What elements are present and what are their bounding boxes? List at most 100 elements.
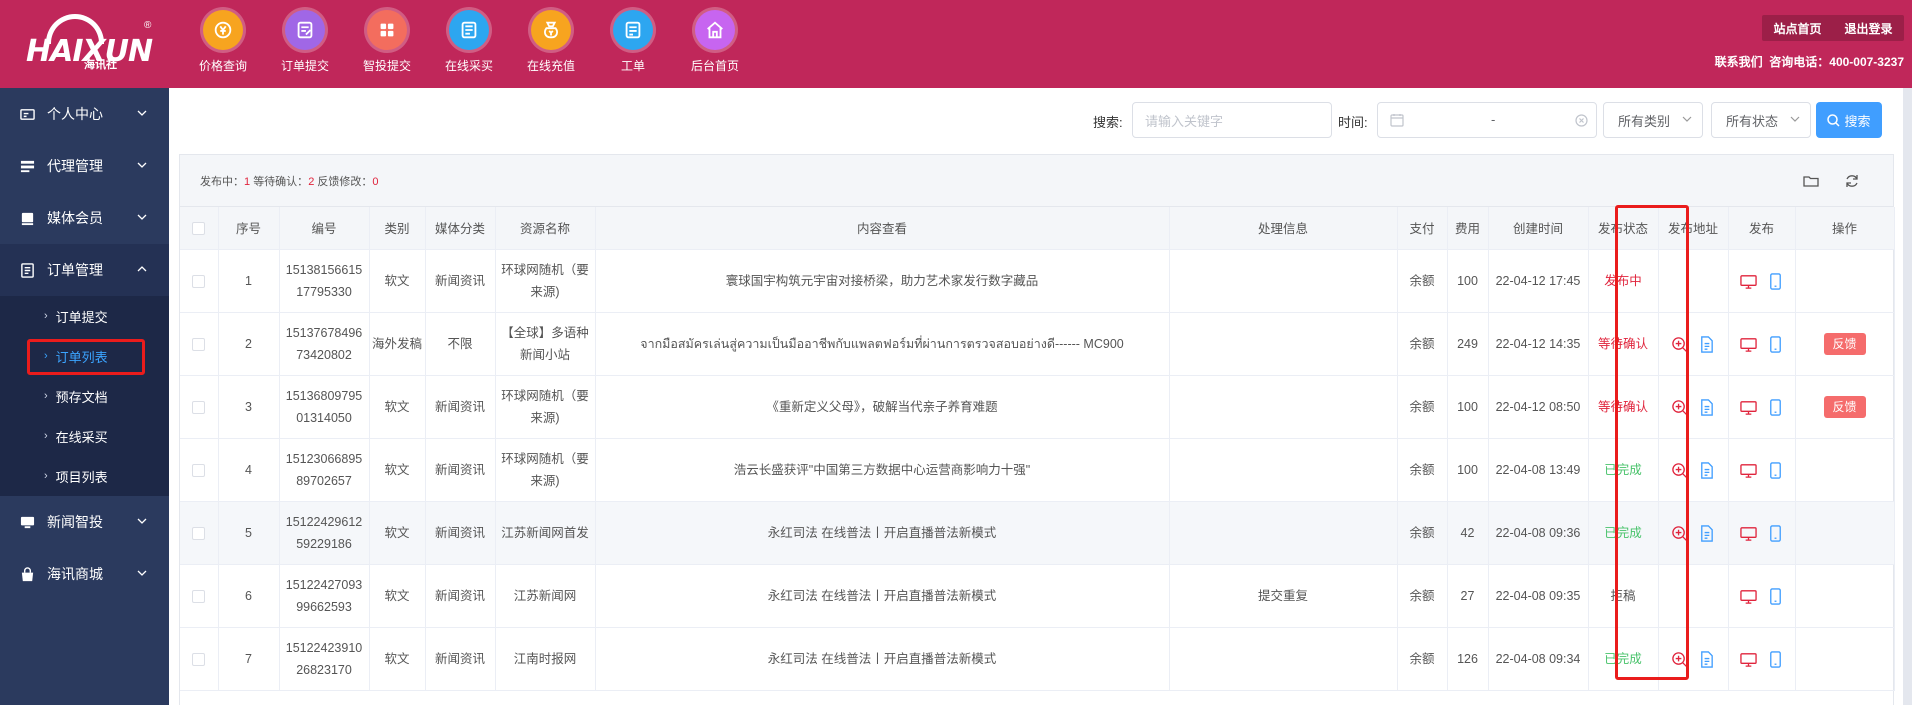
col-header[interactable]: 内容查看 — [595, 207, 1170, 250]
mobile-icon[interactable] — [1767, 524, 1784, 542]
search-button[interactable]: 搜索 — [1816, 102, 1882, 138]
col-header[interactable]: 类别 — [369, 207, 426, 250]
scrollbar-track[interactable] — [1903, 88, 1912, 705]
desktop-icon[interactable] — [1739, 588, 1757, 605]
sidebar-subitem-online-purchase[interactable]: › 在线采买 — [0, 416, 169, 456]
row-checkbox[interactable] — [192, 400, 206, 414]
logout-link[interactable]: 退出登录 — [1844, 20, 1892, 37]
desktop-icon[interactable] — [1739, 525, 1757, 542]
cell-content[interactable]: 《重新定义父母》，破解当代亲子养育难题 — [595, 375, 1170, 439]
cell-content[interactable]: 永红司法 在线普法丨开启直播普法新模式 — [595, 627, 1170, 691]
zoom-in-icon[interactable] — [1671, 651, 1688, 668]
cell-content[interactable]: 永红司法 在线普法丨开启直播普法新模式 — [595, 564, 1170, 628]
refresh-icon[interactable] — [1844, 173, 1860, 189]
zoom-in-icon[interactable] — [1671, 462, 1688, 479]
cell-content[interactable]: จากมือสมัครเล่นสู่ความเป็นมืออาชีพกับแพล… — [595, 312, 1170, 376]
folder-icon[interactable] — [1803, 173, 1819, 189]
col-header[interactable]: 编号 — [279, 207, 370, 250]
sidebar-subitem-project-list[interactable]: › 项目列表 — [0, 456, 169, 496]
sidebar-item-order-management[interactable]: 订单管理 — [0, 244, 169, 296]
clear-circle-icon[interactable] — [1575, 114, 1588, 127]
logo-cn-name: 海讯社 — [84, 59, 117, 71]
document-icon[interactable] — [1698, 461, 1715, 479]
nav-admin-home[interactable]: 后台首页 — [674, 10, 756, 74]
desktop-icon[interactable] — [1739, 336, 1757, 353]
select-all-checkbox[interactable] — [192, 221, 206, 235]
row-checkbox[interactable] — [192, 652, 206, 666]
zoom-in-icon[interactable] — [1671, 525, 1688, 542]
table-row[interactable]: 5 15122429612 59229186 软文 新闻资讯 江苏新闻网首发 永红司法 在线… — [180, 501, 1895, 565]
cell-content[interactable]: 浩云长盛获评"中国第三方数据中心运营商影响力十强" — [595, 438, 1170, 502]
nav-label: 工单 — [620, 59, 645, 73]
table-row[interactable]: 6 15122427093 99662593 软文 新闻资讯 江苏新闻网 永红司法 在线普法… — [180, 564, 1895, 628]
feedback-button[interactable]: 反馈 — [1823, 332, 1866, 355]
sidebar-subitem-order-submit[interactable]: › 订单提交 — [0, 296, 169, 336]
col-header[interactable]: 发布 — [1728, 207, 1796, 250]
table-row[interactable]: 2 15137678496 73420802 海外发稿 不限 【全球】多语种新闻小站 จาก… — [180, 312, 1895, 376]
haixun-logo[interactable]: HAIXUN 海讯社 ® — [26, 14, 153, 72]
sidebar-item-haixun-mall[interactable]: 海讯商城 — [0, 548, 169, 600]
search-input[interactable]: 请输入关键字 — [1132, 102, 1332, 138]
table-row[interactable]: 7 15122423910 26823170 软文 新闻资讯 江南时报网 永红司法 在线普法… — [180, 627, 1895, 691]
category-select[interactable]: 所有类别 — [1603, 102, 1703, 138]
cell-order-id: 15136809795 01314050 — [279, 375, 370, 439]
col-header[interactable]: 处理信息 — [1169, 207, 1398, 250]
nav-online-recharge[interactable]: 在线充值 — [510, 10, 592, 74]
nav-ticket[interactable]: 工单 — [592, 10, 674, 74]
row-checkbox[interactable] — [192, 337, 206, 351]
mobile-icon[interactable] — [1767, 461, 1784, 479]
mobile-icon[interactable] — [1767, 335, 1784, 353]
document-icon[interactable] — [1698, 524, 1715, 542]
col-header[interactable]: 支付 — [1397, 207, 1448, 250]
status-badge: 已完成 — [1604, 525, 1642, 540]
sidebar-item-agent-management[interactable]: 代理管理 — [0, 140, 169, 192]
cell-content[interactable]: 寰球国宇构筑元宇宙对接桥梁，助力艺术家发行数字藏品 — [595, 249, 1170, 313]
nav-online-purchase[interactable]: 在线采买 — [428, 10, 510, 74]
mobile-icon[interactable] — [1767, 272, 1784, 290]
document-icon[interactable] — [1698, 335, 1715, 353]
nav-price-query[interactable]: 价格查询 — [182, 10, 264, 74]
sidebar-item-media-member[interactable]: 媒体会员 — [0, 192, 169, 244]
row-checkbox[interactable] — [192, 274, 206, 288]
row-checkbox[interactable] — [192, 526, 206, 540]
cell-created-time: 22-04-08 13:49 — [1488, 438, 1589, 502]
col-header[interactable]: 媒体分类 — [425, 207, 496, 250]
mobile-icon[interactable] — [1767, 587, 1784, 605]
col-header[interactable]: 资源名称 — [495, 207, 596, 250]
desktop-icon[interactable] — [1739, 462, 1757, 479]
sidebar-subitem-saved-docs[interactable]: › 预存文档 — [0, 376, 169, 416]
row-checkbox[interactable] — [192, 589, 206, 603]
feedback-button[interactable]: 反馈 — [1823, 395, 1866, 418]
desktop-icon[interactable] — [1739, 273, 1757, 290]
col-header[interactable]: 费用 — [1447, 207, 1489, 250]
zoom-in-icon[interactable] — [1671, 336, 1688, 353]
sidebar-item-news-smart[interactable]: 新闻智投 — [0, 496, 169, 548]
desktop-icon[interactable] — [1739, 399, 1757, 416]
table-header-row: 序号 编号 类别 媒体分类 资源名称 内容查看 处理信息 支付 费用 创建时间 … — [180, 207, 1895, 250]
document-icon[interactable] — [1698, 398, 1715, 416]
col-header[interactable]: 发布状态 — [1588, 207, 1659, 250]
table-row[interactable]: 1 15138156615 17795330 软文 新闻资讯 环球网随机（要来源) 寰球国宇… — [180, 249, 1895, 313]
zoom-in-icon[interactable] — [1671, 399, 1688, 416]
mobile-icon[interactable] — [1767, 650, 1784, 668]
col-header[interactable]: 发布地址 — [1658, 207, 1729, 250]
col-header[interactable]: 序号 — [218, 207, 280, 250]
col-header[interactable]: 操作 — [1795, 207, 1895, 250]
status-select[interactable]: 所有状态 — [1711, 102, 1811, 138]
cell-content[interactable]: 永红司法 在线普法丨开启直播普法新模式 — [595, 501, 1170, 565]
mobile-icon[interactable] — [1767, 398, 1784, 416]
row-checkbox[interactable] — [192, 463, 206, 477]
desktop-icon[interactable] — [1739, 651, 1757, 668]
date-range-picker[interactable]: - — [1377, 102, 1597, 138]
site-home-link[interactable]: 站点首页 — [1773, 20, 1821, 37]
nav-smart-submit[interactable]: 智投提交 — [346, 10, 428, 74]
sidebar-item-personal-center[interactable]: 个人中心 — [0, 88, 169, 140]
col-header[interactable]: 创建时间 — [1488, 207, 1589, 250]
document-icon[interactable] — [1698, 650, 1715, 668]
contact-us-link[interactable]: 联系我们 — [1715, 55, 1763, 69]
status-badge: 拒稿 — [1610, 588, 1636, 603]
sidebar-subitem-order-list[interactable]: › 订单列表 — [0, 336, 169, 376]
table-row[interactable]: 3 15136809795 01314050 软文 新闻资讯 环球网随机（要来源) 《重新定… — [180, 375, 1895, 439]
nav-order-submit[interactable]: 订单提交 — [264, 10, 346, 74]
table-row[interactable]: 4 15123066895 89702657 软文 新闻资讯 环球网随机（要来源) 浩云长盛… — [180, 438, 1895, 502]
